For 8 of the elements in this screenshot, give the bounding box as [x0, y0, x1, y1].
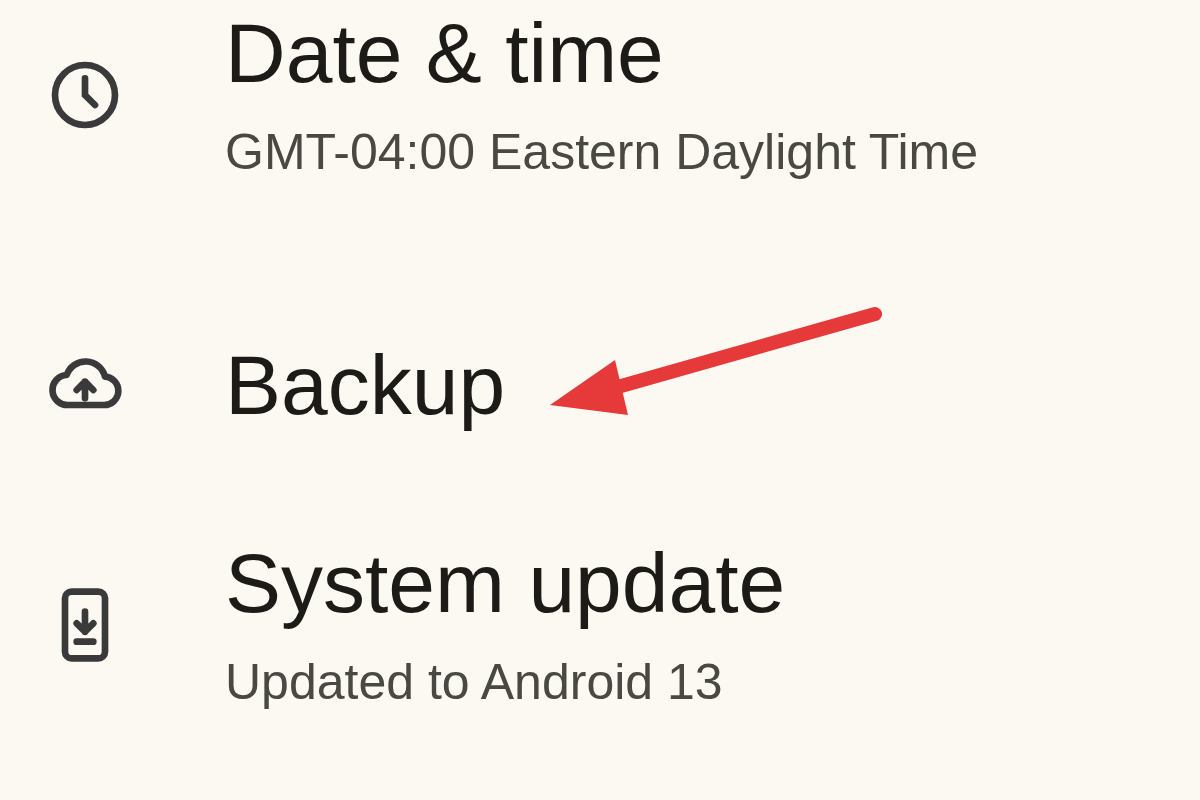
- item-subtitle: GMT-04:00 Eastern Daylight Time: [225, 123, 979, 182]
- item-title: Backup: [225, 337, 506, 434]
- item-title: Date & time: [225, 5, 665, 102]
- item-title: System update: [225, 535, 786, 632]
- settings-item[interactable]: System update Updated to Android 13: [0, 520, 1200, 730]
- settings-item[interactable]: Backup: [0, 285, 1200, 485]
- item-subtitle: Updated to Android 13: [225, 653, 724, 712]
- settings-item[interactable]: Date & time GMT-04:00 Eastern Daylight Time: [0, 0, 1200, 200]
